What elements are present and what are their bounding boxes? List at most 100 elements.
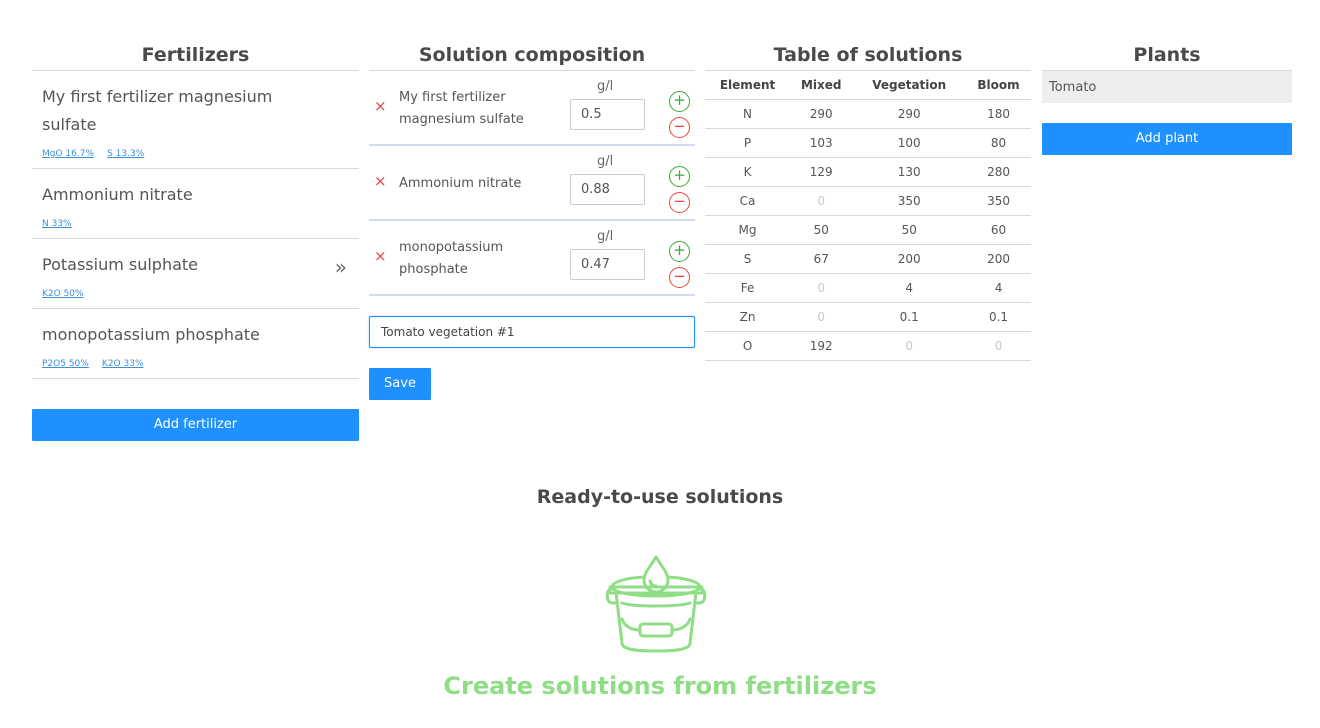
nutrient-tag[interactable]: S 13.3% — [107, 149, 144, 159]
solutions-table-panel: Table of solutions Element Mixed Vegetat… — [705, 40, 1031, 361]
add-plant-button[interactable]: Add plant — [1042, 123, 1292, 155]
nutrient-tag[interactable]: P2O5 50% — [42, 359, 89, 369]
element-cell: Ca — [705, 186, 791, 216]
value-cell: 130 — [852, 157, 967, 187]
plant-item-tomato[interactable]: Tomato — [1042, 70, 1292, 103]
amount-input[interactable] — [570, 174, 645, 205]
composition-list: × My first fertilizer magnesium sulfate … — [369, 70, 695, 296]
value-cell: 60 — [966, 215, 1031, 245]
value-cell: 0.1 — [852, 302, 967, 332]
element-cell: Zn — [705, 302, 791, 332]
solution-composition-panel: Solution composition × My first fertiliz… — [369, 40, 695, 400]
value-cell: 80 — [966, 128, 1031, 158]
composition-fertilizer-name: Ammonium nitrate — [399, 175, 522, 191]
fertilizers-panel: Fertilizers My first fertilizer magnesiu… — [32, 40, 359, 441]
column-header: Mixed — [790, 70, 853, 100]
element-cell: P — [705, 128, 791, 158]
nutrient-tag[interactable]: K2O 50% — [42, 289, 84, 299]
table-row: K 129 130 280 — [705, 157, 1031, 187]
minus-circle-icon[interactable]: − — [669, 117, 690, 138]
table-row: Zn 0 0.1 0.1 — [705, 302, 1031, 332]
value-cell: 0 — [790, 273, 853, 303]
fertilizer-name: Ammonium nitrate — [42, 185, 193, 204]
value-cell: 350 — [966, 186, 1031, 216]
value-cell: 4 — [966, 273, 1031, 303]
unit-label: g/l — [597, 79, 614, 94]
solutions-table-title: Table of solutions — [773, 44, 963, 66]
composition-row: × Ammonium nitrate g/l + − — [369, 146, 695, 221]
minus-circle-icon[interactable]: − — [669, 267, 690, 288]
value-cell: 0 — [790, 186, 853, 216]
value-cell: 67 — [790, 244, 853, 274]
column-header: Bloom — [966, 70, 1031, 100]
plus-circle-icon[interactable]: + — [669, 91, 690, 112]
element-cell: N — [705, 99, 791, 129]
value-cell: 50 — [852, 215, 967, 245]
fertilizer-name: My first fertilizer magnesium sulfate — [42, 87, 273, 134]
table-row: Mg 50 50 60 — [705, 215, 1031, 245]
remove-icon[interactable]: × — [374, 172, 387, 190]
amount-input[interactable] — [570, 99, 645, 130]
fertilizer-item-monopotassium-phosphate[interactable]: monopotassium phosphate P2O5 50% K2O 33% — [32, 309, 359, 379]
fertilizer-name: monopotassium phosphate — [42, 325, 260, 344]
column-header: Vegetation — [852, 70, 967, 100]
plus-circle-icon[interactable]: + — [669, 241, 690, 262]
composition-fertilizer-name: My first fertilizer magnesium sulfate — [399, 89, 524, 127]
remove-icon[interactable]: × — [374, 247, 387, 265]
value-cell: 129 — [790, 157, 853, 187]
add-fertilizer-button[interactable]: Add fertilizer — [32, 409, 359, 441]
value-cell: 50 — [790, 215, 853, 245]
unit-label: g/l — [597, 154, 614, 169]
create-solutions-cta[interactable]: Create solutions from fertilizers — [0, 672, 1320, 700]
nutrient-tag[interactable]: MgO 16.7% — [42, 149, 94, 159]
composition-fertilizer-name: monopotassium phosphate — [399, 239, 504, 277]
nutrient-tag[interactable]: N 33% — [42, 219, 72, 229]
fertilizer-item-magnesium-sulfate[interactable]: My first fertilizer magnesium sulfate Mg… — [32, 71, 359, 169]
value-cell: 103 — [790, 128, 853, 158]
value-cell: 350 — [852, 186, 967, 216]
table-row: P 103 100 80 — [705, 128, 1031, 158]
value-cell: 0.1 — [966, 302, 1031, 332]
plus-circle-icon[interactable]: + — [669, 166, 690, 187]
table-row: Ca 0 350 350 — [705, 186, 1031, 216]
add-to-solution-arrow-icon[interactable]: » — [335, 255, 347, 279]
value-cell: 280 — [966, 157, 1031, 187]
amount-input[interactable] — [570, 249, 645, 280]
value-cell: 200 — [852, 244, 967, 274]
fertilizers-title: Fertilizers — [141, 44, 250, 66]
table-row: S 67 200 200 — [705, 244, 1031, 274]
value-cell: 4 — [852, 273, 967, 303]
table-row: O 192 0 0 — [705, 331, 1031, 361]
value-cell: 290 — [790, 99, 853, 129]
value-cell: 200 — [966, 244, 1031, 274]
value-cell: 100 — [852, 128, 967, 158]
nutrient-tag[interactable]: K2O 33% — [102, 359, 144, 369]
element-cell: Fe — [705, 273, 791, 303]
value-cell: 180 — [966, 99, 1031, 129]
element-cell: Mg — [705, 215, 791, 245]
value-cell: 0 — [966, 331, 1031, 361]
element-cell: S — [705, 244, 791, 274]
bucket-drop-icon — [605, 555, 707, 653]
value-cell: 0 — [790, 302, 853, 332]
element-cell: K — [705, 157, 791, 187]
minus-circle-icon[interactable]: − — [669, 192, 690, 213]
fertilizer-item-potassium-sulphate[interactable]: Potassium sulphate » K2O 50% — [32, 239, 359, 309]
plants-title: Plants — [1133, 44, 1201, 66]
remove-icon[interactable]: × — [374, 97, 387, 115]
unit-label: g/l — [597, 229, 614, 244]
value-cell: 0 — [852, 331, 967, 361]
column-header: Element — [705, 70, 791, 100]
table-row: Fe 0 4 4 — [705, 273, 1031, 303]
save-button[interactable]: Save — [369, 368, 431, 400]
fertilizer-list: My first fertilizer magnesium sulfate Mg… — [32, 70, 359, 379]
element-cell: O — [705, 331, 791, 361]
solution-name-input[interactable] — [369, 316, 695, 348]
fertilizer-item-ammonium-nitrate[interactable]: Ammonium nitrate N 33% — [32, 169, 359, 239]
table-header-row: Element Mixed Vegetation Bloom — [705, 70, 1031, 100]
solutions-table: Element Mixed Vegetation Bloom N 290 290 18… — [705, 70, 1031, 361]
fertilizer-name: Potassium sulphate — [42, 255, 199, 274]
composition-row: × My first fertilizer magnesium sulfate … — [369, 71, 695, 146]
table-row: N 290 290 180 — [705, 99, 1031, 129]
value-cell: 290 — [852, 99, 967, 129]
